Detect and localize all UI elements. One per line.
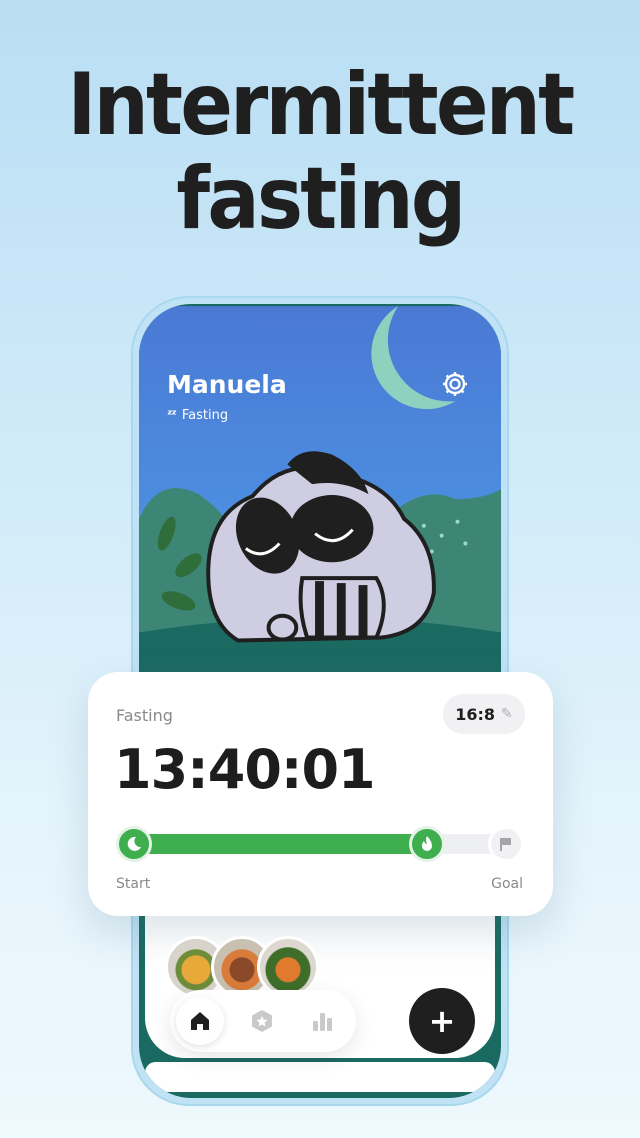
progress-fill [134, 834, 427, 854]
tab-challenges[interactable] [238, 997, 286, 1045]
flag-goal-icon [488, 826, 524, 862]
status-label: Fasting [181, 408, 229, 423]
fasting-label: Fasting [116, 706, 173, 725]
tab-stats[interactable] [298, 997, 346, 1045]
flame-progress-icon[interactable] [409, 826, 445, 862]
plan-value: 16:8 [455, 704, 496, 724]
fasting-timer: 13:40:01 [114, 738, 376, 801]
headline: Intermittent fasting [32, 58, 608, 246]
headline-line-1: Intermittent [67, 55, 576, 155]
start-label: Start [116, 876, 151, 892]
fasting-status: ᶻᶻ Fasting [167, 408, 228, 423]
sleep-icon: ᶻᶻ [167, 408, 177, 423]
headline-line-2: fasting [176, 149, 466, 249]
tab-home[interactable] [176, 997, 224, 1045]
home-icon [191, 1012, 209, 1030]
gear-icon[interactable] [441, 370, 469, 398]
fasting-plan-button[interactable]: 16:8 ✎ [443, 694, 525, 734]
moon-start-icon [116, 826, 152, 862]
bottom-tab-bar [170, 990, 356, 1052]
sleeping-mascot-scene [139, 306, 501, 694]
pencil-icon: ✎ [501, 706, 513, 722]
home-indicator-area [145, 1062, 495, 1092]
fasting-card[interactable]: Fasting 16:8 ✎ 13:40:01 Start Goal [88, 672, 553, 916]
meal-photos[interactable] [165, 936, 325, 998]
stats-icon [313, 1013, 332, 1031]
user-name: Manuela [167, 370, 287, 399]
badge-icon [252, 1010, 272, 1032]
progress-track [134, 834, 524, 854]
goal-label: Goal [491, 876, 523, 892]
meal-photo [257, 936, 319, 998]
add-button[interactable]: + [409, 988, 475, 1054]
